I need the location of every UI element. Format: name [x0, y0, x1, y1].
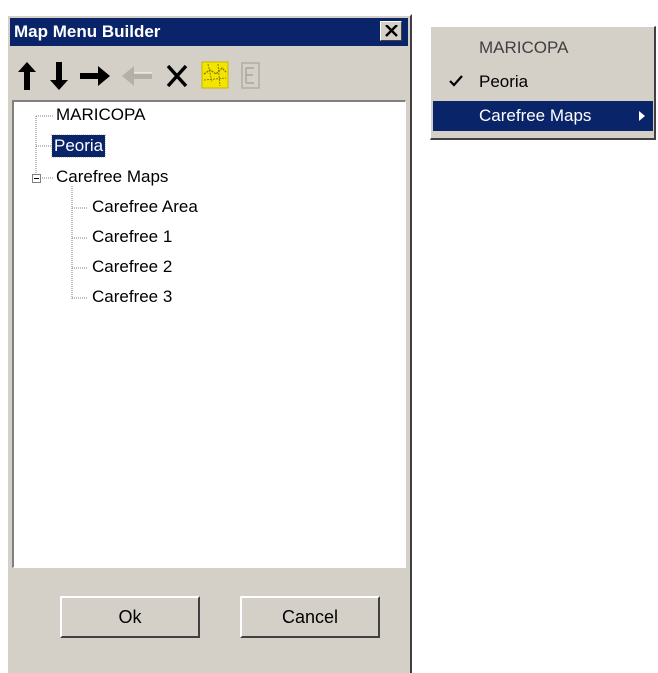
arrow-right-icon	[80, 66, 110, 86]
map-icon	[201, 61, 229, 89]
menu-item-peoria[interactable]: Peoria	[433, 67, 653, 97]
menu-item-label: MARICOPA	[479, 38, 569, 57]
title-bar[interactable]: Map Menu Builder	[10, 18, 408, 46]
checkmark-icon	[449, 75, 463, 87]
close-icon	[385, 25, 398, 37]
properties-button[interactable]	[234, 52, 268, 96]
ok-button[interactable]: Ok	[60, 596, 200, 638]
tree-item-carefree-1[interactable]: Carefree 1	[90, 226, 174, 248]
tree-item-carefree-2[interactable]: Carefree 2	[90, 256, 174, 278]
arrow-left-icon	[122, 66, 152, 86]
properties-icon	[241, 62, 260, 89]
popup-menu-preview: MARICOPA Peoria Carefree Maps	[430, 26, 656, 140]
cancel-button[interactable]: Cancel	[240, 596, 380, 638]
tree-item-label: Carefree 1	[92, 227, 173, 246]
menu-item-maricopa[interactable]: MARICOPA	[433, 33, 653, 63]
menu-item-carefree-maps[interactable]: Carefree Maps	[433, 101, 653, 131]
map-menu-builder-dialog: Map Menu Builder MARICOPA Peoria Carefre…	[6, 14, 412, 673]
tree-item-maricopa[interactable]: MARICOPA	[54, 104, 147, 126]
menu-item-label: Carefree Maps	[479, 106, 592, 125]
menu-item-label: Peoria	[479, 72, 529, 91]
delete-button[interactable]	[160, 52, 194, 96]
tree-item-carefree-maps[interactable]: Carefree Maps	[54, 166, 170, 188]
close-button[interactable]	[380, 21, 402, 41]
tree-item-label: Peoria	[54, 136, 104, 155]
indent-button[interactable]	[76, 52, 116, 96]
move-down-button[interactable]	[44, 52, 74, 96]
menu-tree-view[interactable]: MARICOPA Peoria Carefree Maps Carefree A…	[12, 100, 406, 568]
arrow-down-icon	[50, 62, 68, 90]
tree-item-label: Carefree 3	[92, 287, 173, 306]
delete-x-icon	[166, 64, 188, 88]
outdent-button[interactable]	[118, 52, 156, 96]
toolbar	[10, 50, 408, 100]
arrow-up-icon	[18, 62, 36, 90]
move-up-button[interactable]	[12, 52, 42, 96]
tree-item-label: Carefree Maps	[56, 167, 169, 186]
tree-item-peoria[interactable]: Peoria	[50, 134, 107, 158]
submenu-arrow-icon	[639, 111, 645, 121]
tree-item-label: Carefree 2	[92, 257, 173, 276]
tree-item-carefree-area[interactable]: Carefree Area	[90, 196, 200, 218]
dialog-title: Map Menu Builder	[14, 22, 161, 41]
collapse-toggle-icon[interactable]	[32, 174, 41, 183]
tree-item-label: MARICOPA	[56, 105, 146, 124]
tree-item-carefree-3[interactable]: Carefree 3	[90, 286, 174, 308]
tree-item-label: Carefree Area	[92, 197, 198, 216]
map-button[interactable]	[198, 52, 232, 96]
